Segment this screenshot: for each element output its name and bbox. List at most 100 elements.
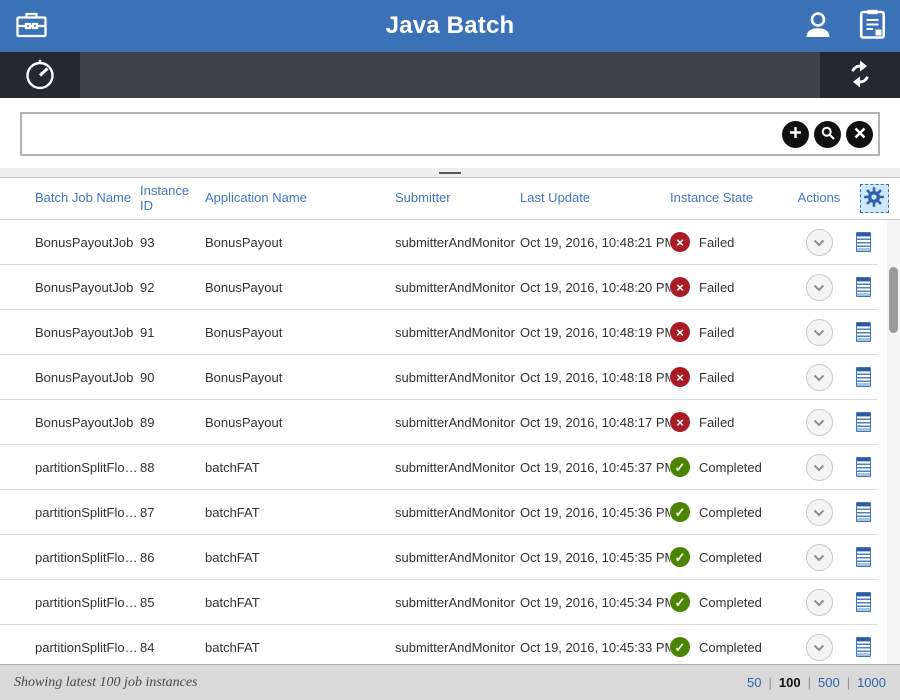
add-filter-button[interactable]: [782, 121, 809, 148]
dashboard-view-button[interactable]: [0, 52, 80, 98]
job-log-button[interactable]: [854, 545, 873, 569]
user-button[interactable]: [803, 10, 833, 43]
actions-dropdown-button[interactable]: [806, 499, 833, 526]
job-log-icon: [856, 637, 871, 657]
scrollbar-thumb[interactable]: [889, 267, 898, 333]
actions-dropdown-button[interactable]: [806, 274, 833, 301]
actions-dropdown-button[interactable]: [806, 544, 833, 571]
table-row: partitionSplitFlo… 84 batchFAT submitter…: [0, 625, 878, 664]
job-log-button[interactable]: [854, 410, 873, 434]
last-update-cell: Oct 19, 2016, 10:48:21 PM: [520, 235, 670, 250]
actions-dropdown-button[interactable]: [806, 364, 833, 391]
completed-icon: ✓: [670, 637, 690, 657]
batch-job-name-cell: BonusPayoutJob: [0, 415, 140, 430]
state-label: Completed: [699, 595, 762, 610]
failed-icon: ×: [670, 277, 690, 297]
chevron-down-icon: [813, 280, 825, 295]
instance-id-cell: 88: [140, 460, 205, 475]
app-header: Java Batch: [0, 0, 900, 52]
toolbox-icon: [15, 11, 48, 42]
instance-id-cell: 87: [140, 505, 205, 520]
job-log-icon: [856, 322, 871, 342]
search-input[interactable]: [22, 114, 782, 154]
pager-separator: |: [769, 675, 772, 690]
batch-job-name-cell: BonusPayoutJob: [0, 280, 140, 295]
column-header-actions: Actions: [790, 191, 848, 206]
last-update-cell: Oct 19, 2016, 10:45:37 PM: [520, 460, 670, 475]
page-size-100[interactable]: 100: [779, 675, 801, 690]
actions-dropdown-button[interactable]: [806, 409, 833, 436]
app-footer: Showing latest 100 job instances 50|100|…: [0, 664, 900, 700]
actions-dropdown-button[interactable]: [806, 634, 833, 661]
column-settings-button[interactable]: [860, 184, 889, 213]
actions-dropdown-button[interactable]: [806, 589, 833, 616]
job-log-button[interactable]: [854, 500, 873, 524]
last-update-cell: Oct 19, 2016, 10:45:33 PM: [520, 640, 670, 655]
chevron-down-icon: [813, 505, 825, 520]
job-log-button[interactable]: [854, 365, 873, 389]
batch-job-name-cell: partitionSplitFlo…: [0, 640, 140, 655]
table-row: partitionSplitFlo… 85 batchFAT submitter…: [0, 580, 878, 625]
job-log-button[interactable]: [854, 320, 873, 344]
column-header-instance-id[interactable]: Instance ID: [140, 184, 205, 214]
refresh-button[interactable]: [820, 52, 900, 98]
application-name-cell: batchFAT: [205, 640, 395, 655]
pager: 50|100|500|1000: [747, 675, 886, 690]
column-header-submitter[interactable]: Submitter: [395, 191, 520, 206]
application-name-cell: BonusPayout: [205, 325, 395, 340]
column-header-instance-state[interactable]: Instance State: [670, 191, 790, 206]
completed-icon: ✓: [670, 502, 690, 522]
instance-state-cell: ✓ Completed: [670, 502, 790, 522]
job-log-button[interactable]: [854, 275, 873, 299]
chevron-down-icon: [813, 415, 825, 430]
submitter-cell: submitterAndMonitor: [395, 640, 520, 655]
job-log-icon: [856, 457, 871, 477]
batch-job-name-cell: BonusPayoutJob: [0, 370, 140, 385]
settings-gear-icon: [863, 186, 885, 211]
job-log-button[interactable]: [854, 590, 873, 614]
job-log-button[interactable]: [854, 230, 873, 254]
toolbox-button[interactable]: [11, 6, 51, 46]
toolbar-spacer: [80, 52, 820, 98]
batch-job-name-cell: partitionSplitFlo…: [0, 505, 140, 520]
batch-job-name-cell: partitionSplitFlo…: [0, 460, 140, 475]
submitter-cell: submitterAndMonitor: [395, 370, 520, 385]
failed-icon: ×: [670, 367, 690, 387]
search-button[interactable]: [814, 121, 841, 148]
search-icon: [821, 126, 835, 143]
submitter-cell: submitterAndMonitor: [395, 280, 520, 295]
actions-dropdown-button[interactable]: [806, 229, 833, 256]
application-name-cell: batchFAT: [205, 460, 395, 475]
job-log-button[interactable]: [854, 635, 873, 659]
completed-icon: ✓: [670, 457, 690, 477]
instance-state-cell: × Failed: [670, 277, 790, 297]
chevron-down-icon: [813, 595, 825, 610]
actions-dropdown-button[interactable]: [806, 454, 833, 481]
column-header-last-update[interactable]: Last Update: [520, 191, 670, 206]
panel-resize-handle[interactable]: [0, 168, 900, 178]
column-header-batch-job-name[interactable]: Batch Job Name: [0, 191, 140, 206]
scrollbar-track[interactable]: [887, 220, 900, 664]
page-size-50[interactable]: 50: [747, 675, 761, 690]
last-update-cell: Oct 19, 2016, 10:48:17 PM: [520, 415, 670, 430]
job-log-button[interactable]: [854, 455, 873, 479]
state-label: Failed: [699, 280, 734, 295]
submitter-cell: submitterAndMonitor: [395, 550, 520, 565]
application-name-cell: BonusPayout: [205, 370, 395, 385]
job-log-icon: [856, 412, 871, 432]
chevron-down-icon: [813, 640, 825, 655]
actions-dropdown-button[interactable]: [806, 319, 833, 346]
last-update-cell: Oct 19, 2016, 10:48:20 PM: [520, 280, 670, 295]
column-header-application-name[interactable]: Application Name: [205, 191, 395, 206]
table-row: partitionSplitFlo… 88 batchFAT submitter…: [0, 445, 878, 490]
instance-state-cell: × Failed: [670, 412, 790, 432]
instance-id-cell: 92: [140, 280, 205, 295]
application-name-cell: batchFAT: [205, 595, 395, 610]
chevron-down-icon: [813, 370, 825, 385]
job-list-button[interactable]: [859, 9, 886, 43]
application-name-cell: BonusPayout: [205, 235, 395, 250]
clear-search-button[interactable]: [846, 121, 873, 148]
page-size-500[interactable]: 500: [818, 675, 840, 690]
page-size-1000[interactable]: 1000: [857, 675, 886, 690]
instance-state-cell: ✓ Completed: [670, 592, 790, 612]
